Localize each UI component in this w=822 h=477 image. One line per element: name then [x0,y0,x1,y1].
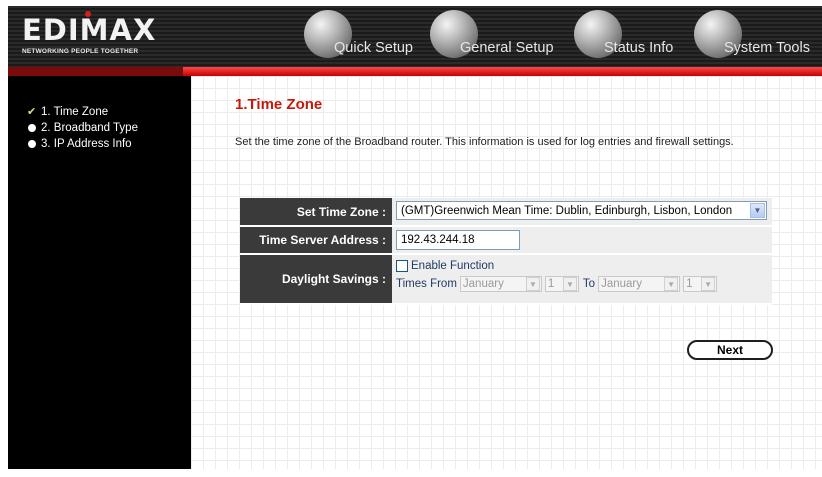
enable-function-wrapper: Enable Function [396,258,768,274]
time-server-input[interactable]: 192.43.244.18 [396,230,520,250]
chevron-down-icon[interactable]: ▼ [525,277,540,291]
logo-dot-icon [85,11,91,17]
router-setup-window: EDIMAX NETWORKING PEOPLE TOGETHER Quick … [8,6,822,469]
to-day-select[interactable]: 1 ▼ [683,276,718,292]
main-content: 1.Time Zone Set the time zone of the Bro… [191,76,822,469]
next-button[interactable]: Next [687,340,773,360]
chevron-down-icon[interactable]: ▼ [562,277,577,291]
daylight-savings-cell: Enable Function Times From January ▼ 1 ▼… [392,255,772,303]
chevron-down-icon[interactable]: ▼ [750,203,765,218]
enable-function-checkbox[interactable] [396,260,408,272]
sidebar: ✔ 1. Time Zone 2. Broadband Type 3. IP A… [8,76,191,469]
header-bar: EDIMAX NETWORKING PEOPLE TOGETHER Quick … [8,6,822,67]
checkmark-icon: ✔ [27,106,37,118]
time-server-cell: 192.43.244.18 [392,227,772,253]
sidebar-item-label: 3. IP Address Info [41,138,132,150]
time-server-row: Time Server Address : 192.43.244.18 [240,227,772,255]
time-zone-cell: (GMT)Greenwich Mean Time: Dublin, Edinbu… [392,198,772,225]
time-zone-select[interactable]: (GMT)Greenwich Mean Time: Dublin, Edinbu… [396,201,767,220]
time-zone-form: Set Time Zone : (GMT)Greenwich Mean Time… [240,198,772,305]
nav-status-info[interactable]: Status Info [574,6,696,67]
daylight-savings-row: Daylight Savings : Enable Function Times… [240,255,772,305]
chevron-down-icon[interactable]: ▼ [664,277,679,291]
nav-general-setup[interactable]: General Setup [430,6,570,67]
page-description: Set the time zone of the Broadband route… [235,136,734,148]
time-zone-row: Set Time Zone : (GMT)Greenwich Mean Time… [240,198,772,227]
sidebar-item-label: 2. Broadband Type [41,122,138,134]
bullet-icon [28,124,36,132]
sidebar-item-label: 1. Time Zone [41,106,109,118]
nav-status-info-label: Status Info [604,40,674,56]
nav-general-setup-label: General Setup [460,40,554,56]
nav-system-tools[interactable]: System Tools [694,6,822,67]
logo-text: EDIMAX [22,13,157,47]
to-month-select[interactable]: January ▼ [598,276,681,292]
times-from-label: Times From [396,278,457,290]
daylight-savings-label: Daylight Savings : [240,255,392,303]
header-red-bar [8,67,822,76]
to-month-value: January [601,278,642,290]
from-day-value: 1 [547,278,555,290]
wizard-steps: ✔ 1. Time Zone 2. Broadband Type 3. IP A… [27,104,138,152]
sidebar-item-broadband-type[interactable]: 2. Broadband Type [28,120,138,136]
from-month-select[interactable]: January ▼ [459,276,542,292]
from-month-value: January [462,278,504,290]
to-label: To [582,278,596,290]
time-zone-selected-value: (GMT)Greenwich Mean Time: Dublin, Edinbu… [401,205,733,217]
header-red-bar-left [8,67,183,76]
chevron-down-icon[interactable]: ▼ [701,277,716,291]
nav-quick-setup-label: Quick Setup [334,40,413,56]
enable-function-label: Enable Function [411,260,495,272]
logo-tagline: NETWORKING PEOPLE TOGETHER [22,48,139,55]
time-zone-label: Set Time Zone : [240,198,392,225]
nav-system-tools-label: System Tools [724,40,810,56]
daylight-range: Times From January ▼ 1 ▼ To January ▼ 1 … [396,274,768,294]
nav-quick-setup[interactable]: Quick Setup [304,6,416,67]
from-day-select[interactable]: 1 ▼ [544,276,579,292]
time-server-label: Time Server Address : [240,227,392,253]
page-title: 1.Time Zone [235,96,323,113]
bullet-icon [28,140,36,148]
sidebar-item-ip-address-info[interactable]: 3. IP Address Info [28,136,138,152]
edimax-logo: EDIMAX NETWORKING PEOPLE TOGETHER [22,11,182,56]
to-day-value: 1 [686,278,693,290]
sidebar-item-time-zone[interactable]: ✔ 1. Time Zone [27,104,138,120]
